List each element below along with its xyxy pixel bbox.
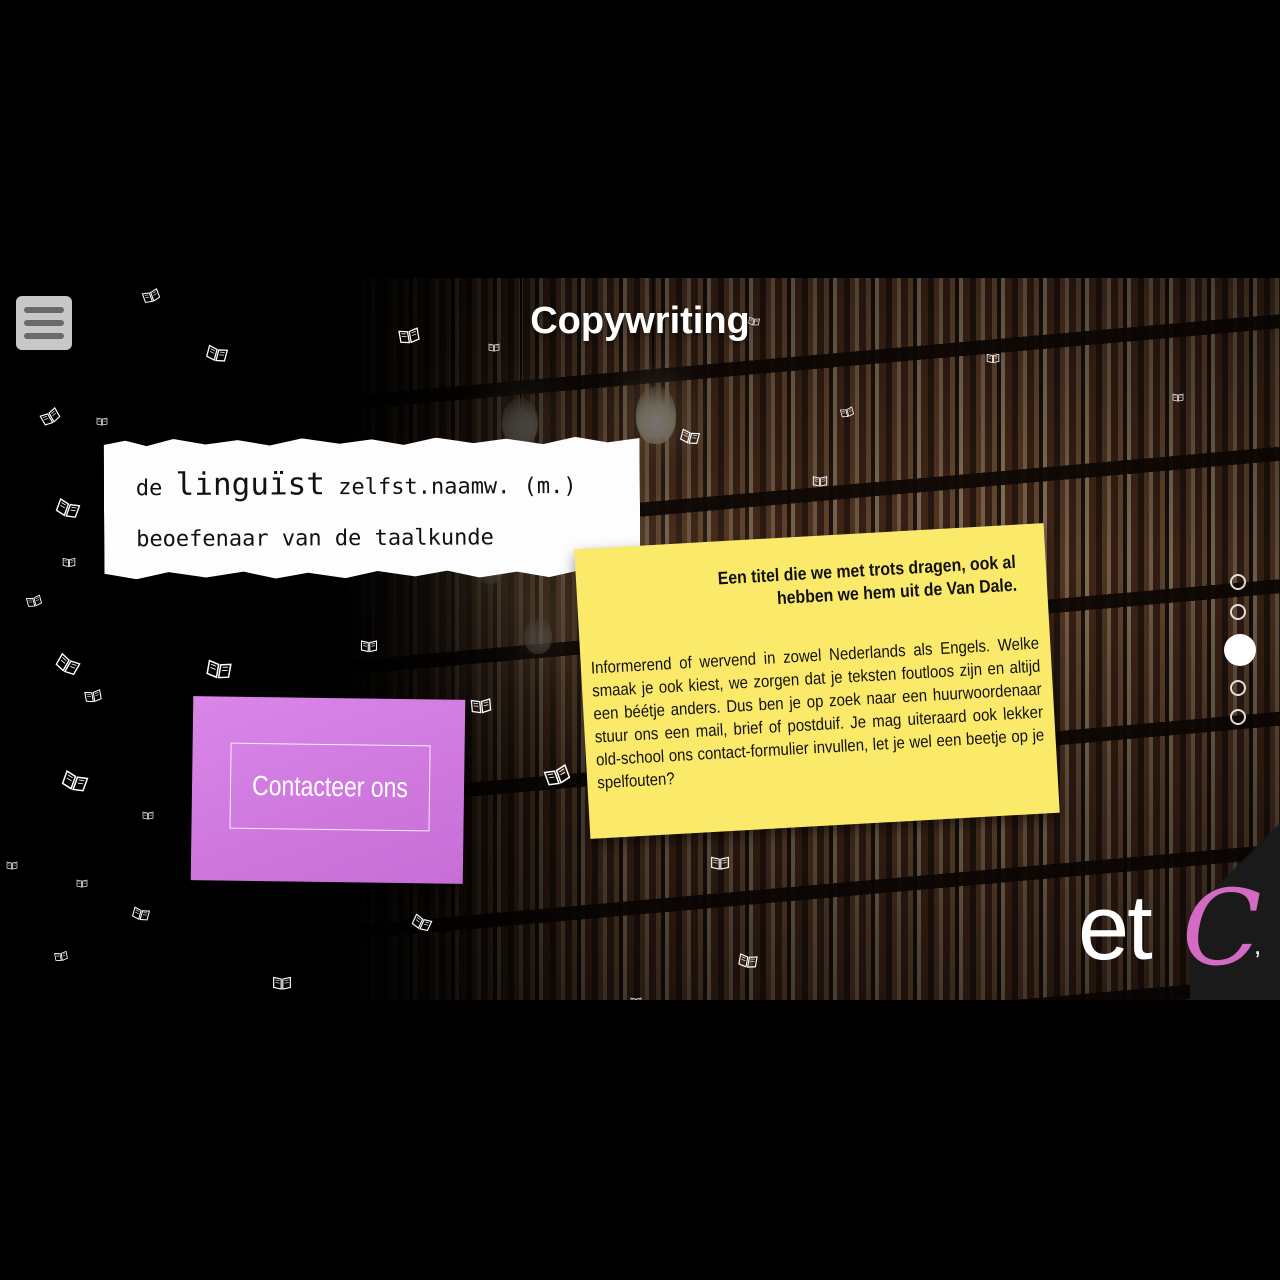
hero-section: Copywriting de linguïst zelfst.naamw. (m… (0, 278, 1280, 1000)
light-bulb (524, 618, 552, 654)
flying-book-icon (55, 652, 81, 676)
flying-book-icon (84, 689, 102, 703)
flying-book-icon (206, 659, 232, 679)
flying-book-icon (360, 640, 378, 653)
pagination-dot-3-active[interactable] (1224, 634, 1256, 666)
logo-et: et (1078, 877, 1153, 979)
flying-book-icon (738, 953, 758, 968)
contact-button[interactable]: Contacteer ons (190, 696, 466, 884)
logo-comma: , (1254, 930, 1262, 960)
flying-book-icon (142, 811, 154, 820)
definition-article: de (135, 476, 163, 502)
flying-book-icon (6, 861, 18, 870)
etc-logo[interactable]: et C , (1078, 874, 1278, 988)
contact-button-frame: Contacteer ons (229, 742, 431, 832)
light-bulb (502, 398, 538, 446)
contact-button-label: Contacteer ons (251, 769, 409, 804)
flying-book-icon (470, 698, 492, 714)
flying-book-icon (131, 906, 151, 921)
dictionary-definition-card: de linguïst zelfst.naamw. (m.) beoefenaa… (104, 437, 641, 580)
flying-book-icon (711, 856, 729, 870)
flying-book-icon (62, 557, 76, 568)
flying-book-icon (273, 976, 291, 990)
info-sticky-note: Een titel die we met trots dragen, ook a… (574, 523, 1060, 839)
flying-book-icon (54, 950, 68, 962)
flying-book-icon (986, 353, 1000, 364)
definition-grammar: zelfst.naamw. (m.) (338, 473, 577, 501)
flying-book-icon (205, 344, 229, 362)
definition-headline: de linguïst zelfst.naamw. (m.) (136, 465, 577, 503)
pagination-dot-1[interactable] (1230, 574, 1246, 590)
logo-c: C (1182, 867, 1262, 989)
flying-book-icon (76, 879, 88, 888)
note-heading: Een titel die we met trots dragen, ook a… (699, 551, 1018, 615)
definition-meaning: beoefenaar van de taalkunde (136, 525, 494, 553)
light-bulb (636, 386, 676, 444)
pagination-dot-5[interactable] (1230, 709, 1246, 725)
pagination-dot-2[interactable] (1230, 604, 1246, 620)
pagination-dot-4[interactable] (1230, 680, 1246, 696)
lamp-wire (520, 278, 522, 408)
flying-book-icon (25, 594, 43, 607)
flying-book-icon (1172, 393, 1184, 402)
note-body: Informerend of wervend in zowel Nederlan… (590, 633, 1045, 793)
flying-book-icon (55, 497, 81, 518)
flying-book-icon (96, 417, 108, 426)
flying-book-icon (39, 406, 61, 426)
flying-book-icon (488, 343, 500, 352)
flying-book-icon (630, 997, 642, 1000)
flying-book-icon (61, 769, 89, 792)
page-title: Copywriting (530, 300, 750, 342)
flying-book-icon (812, 476, 828, 487)
definition-word: linguïst (175, 466, 326, 504)
